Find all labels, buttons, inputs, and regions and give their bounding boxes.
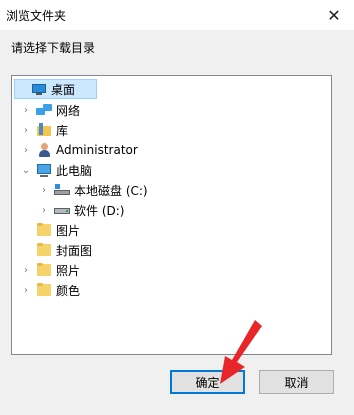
chevron-right-icon[interactable]: › (38, 205, 50, 216)
chevron-right-icon[interactable]: › (20, 285, 32, 296)
tree-item-this-pc[interactable]: ⌄ 此电脑 (20, 160, 92, 180)
tree-item-label: 本地磁盘 (C:) (74, 183, 148, 198)
folder-icon (36, 242, 52, 258)
tree-item-label: Administrator (56, 143, 138, 157)
cancel-button[interactable]: 取消 (259, 370, 334, 394)
red-arrow-annotation (220, 320, 262, 384)
tree-item-label: 图片 (56, 223, 81, 238)
pc-icon (36, 162, 52, 178)
tree-item-desktop[interactable]: 桌面 (14, 79, 97, 99)
close-button[interactable]: ✕ (314, 0, 354, 30)
tree-item-photos[interactable]: › 照片 (20, 260, 80, 280)
tree-item-library[interactable]: › 库 (20, 120, 68, 140)
tree-item-label: 网络 (56, 103, 81, 118)
folder-tree[interactable]: 桌面 › 网络 › 库 › Administrator ⌄ 此电脑 › 本地磁盘… (11, 75, 332, 355)
chevron-right-icon[interactable]: › (20, 105, 32, 116)
tree-item-administrator[interactable]: › Administrator (20, 140, 138, 160)
user-icon (36, 142, 52, 158)
network-icon (36, 102, 52, 118)
tree-item-label: 桌面 (51, 82, 76, 97)
chevron-down-icon[interactable]: ⌄ (20, 165, 32, 176)
tree-item-label: 软件 (D:) (74, 203, 125, 218)
drive-d-icon (54, 202, 70, 218)
chevron-right-icon[interactable]: › (20, 265, 32, 276)
chevron-right-icon[interactable]: › (38, 185, 50, 196)
tree-item-drive-d[interactable]: › 软件 (D:) (38, 200, 124, 220)
folder-icon (36, 282, 52, 298)
tree-item-network[interactable]: › 网络 (20, 100, 80, 120)
folder-icon (36, 222, 52, 238)
chevron-right-icon[interactable]: › (20, 145, 32, 156)
tree-item-label: 封面图 (56, 243, 93, 258)
title-bar: 浏览文件夹 ✕ (0, 0, 354, 30)
tree-item-drive-c[interactable]: › 本地磁盘 (C:) (38, 180, 148, 200)
tree-item-label: 此电脑 (56, 163, 93, 178)
window-title: 浏览文件夹 (6, 9, 67, 23)
desktop-icon (31, 81, 47, 97)
library-icon (36, 122, 52, 138)
tree-item-label: 照片 (56, 263, 81, 278)
tree-item-colors[interactable]: › 颜色 (20, 280, 80, 300)
chevron-right-icon[interactable]: › (20, 125, 32, 136)
drive-c-icon (54, 182, 70, 198)
tree-item-label: 库 (56, 123, 69, 138)
folder-icon (36, 262, 52, 278)
tree-item-label: 颜色 (56, 283, 81, 298)
close-icon: ✕ (327, 5, 341, 25)
prompt-text: 请选择下载目录 (11, 41, 96, 55)
tree-item-pictures[interactable]: 图片 (20, 220, 80, 240)
tree-item-cover-images[interactable]: 封面图 (20, 240, 92, 260)
